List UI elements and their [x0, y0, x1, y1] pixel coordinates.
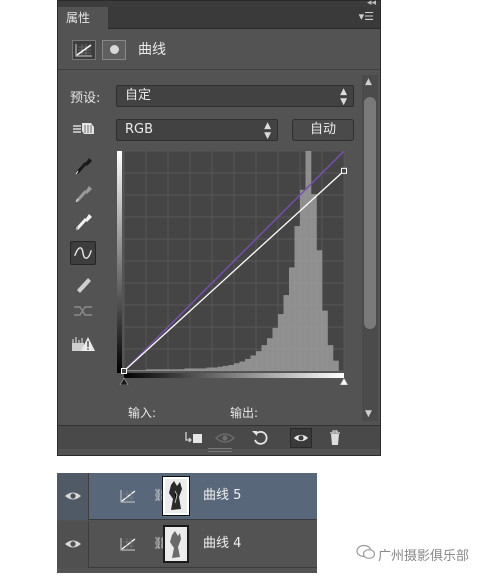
delete-adjustment-icon[interactable]: [324, 428, 346, 448]
histogram-bar: [217, 366, 224, 371]
histogram-bar: [278, 314, 284, 371]
panel-scrollbar[interactable]: ▲ ▼: [362, 75, 378, 421]
white-input-slider[interactable]: [339, 377, 349, 385]
smooth-curve-icon[interactable]: [70, 299, 96, 323]
reset-adjustment-icon[interactable]: [250, 428, 272, 448]
pencil-draw-icon[interactable]: [70, 271, 96, 295]
channel-select[interactable]: RGB ▲ ▼: [116, 119, 278, 141]
scroll-thumb[interactable]: [364, 97, 376, 329]
histogram-bar: [228, 364, 235, 371]
histogram-bar: [311, 194, 317, 371]
channel-value: RGB: [125, 122, 154, 137]
histogram-bar: [212, 367, 218, 371]
histogram-bar: [179, 369, 185, 371]
curves-layer-icon: [120, 490, 136, 503]
layer-mask-thumbnail[interactable]: [162, 476, 190, 516]
eye-icon: [65, 492, 81, 500]
histogram-bar: [245, 358, 251, 371]
histogram-bar: [333, 360, 339, 371]
histogram-bar: [261, 345, 268, 371]
histogram-bar: [289, 267, 295, 371]
curve-control-point[interactable]: [121, 368, 127, 374]
input-label: 输入:: [128, 406, 157, 420]
adjustment-title: 曲线: [138, 42, 166, 58]
histogram-bar: [250, 355, 257, 371]
watermark: 广州摄影俱乐部: [356, 543, 469, 564]
histogram-bar: [184, 368, 191, 371]
set-black-point-eyedropper-icon[interactable]: [70, 153, 96, 177]
histogram-bar: [223, 365, 229, 371]
histogram-bar: [327, 345, 334, 371]
layer-mask-thumbnail[interactable]: [163, 525, 189, 563]
curve-control-point[interactable]: [341, 167, 347, 174]
set-gray-point-eyedropper-icon[interactable]: [70, 181, 96, 205]
panel-titlebar: 属性 ▾☰: [58, 7, 380, 29]
on-image-adjust-hand-icon[interactable]: [71, 119, 97, 139]
histogram-bar: [234, 363, 240, 371]
histogram-bar: [151, 369, 158, 371]
histogram-bar: [157, 369, 163, 371]
select-arrows-icon: ▲ ▼: [340, 87, 347, 107]
histogram-bar: [283, 295, 290, 371]
curves-adjustment-icon[interactable]: [72, 40, 96, 60]
layer-row-curves-4[interactable]: ⛓ 曲线 4: [57, 521, 317, 568]
curves-graph[interactable]: [117, 151, 349, 385]
view-previous-state-icon[interactable]: [214, 428, 236, 448]
edit-points-curve-icon[interactable]: [70, 241, 96, 265]
input-gradient-bar: [124, 373, 344, 378]
histogram-bar: [272, 327, 279, 371]
preset-label: 预设:: [70, 91, 101, 106]
histogram-bar: [316, 250, 323, 371]
adjustment-header: 曲线: [58, 30, 380, 70]
watermark-text: 广州摄影俱乐部: [378, 549, 470, 564]
output-gradient-bar: [117, 151, 122, 373]
histogram-bar: [201, 368, 207, 371]
visibility-toggle[interactable]: [57, 521, 89, 568]
layer-mask-icon[interactable]: [102, 40, 126, 60]
preset-value: 自定: [125, 88, 152, 103]
set-white-point-eyedropper-icon[interactable]: [70, 209, 96, 233]
wechat-icon: [356, 544, 376, 559]
output-label: 输出:: [230, 406, 259, 420]
scroll-down-icon[interactable]: ▼: [365, 409, 372, 419]
histogram-bar: [294, 226, 301, 371]
black-input-slider[interactable]: [119, 377, 129, 385]
histogram-bar: [129, 370, 136, 371]
select-arrows-icon: ▲ ▼: [264, 121, 271, 141]
panel-footer: [58, 425, 380, 449]
histogram-bar: [173, 369, 180, 371]
histogram-bar: [140, 370, 147, 371]
preset-select[interactable]: 自定 ▲ ▼: [116, 85, 354, 107]
clipping-warning-icon[interactable]: [70, 331, 96, 355]
tab-properties[interactable]: 属性: [58, 7, 108, 29]
histogram-bar: [162, 369, 169, 371]
histogram-bar: [195, 368, 202, 371]
histogram-bar: [190, 368, 196, 371]
properties-panel: ◂◂ 属性 ▾☰ 曲线 预设: 自定 ▲ ▼ RGB ▲ ▼ 自动 输入: 输出…: [57, 0, 381, 456]
histogram-bar: [206, 367, 213, 371]
auto-button[interactable]: 自动: [292, 119, 354, 141]
eye-icon: [65, 540, 81, 548]
layer-row-curves-5[interactable]: ⛓ 曲线 5: [57, 473, 317, 520]
histogram-bar: [267, 338, 273, 371]
layer-name[interactable]: 曲线 5: [203, 487, 241, 505]
layers-panel: ⛓ 曲线 5 ⛓ 曲线 4: [57, 473, 317, 573]
toggle-visibility-icon[interactable]: [290, 428, 312, 448]
histogram-bar: [256, 351, 262, 371]
histogram-bar: [300, 189, 306, 371]
histogram-bar: [239, 361, 246, 371]
histogram-bar: [322, 310, 328, 371]
visibility-toggle[interactable]: [57, 473, 89, 520]
panel-menu-icon[interactable]: ▾☰: [359, 10, 374, 23]
scroll-up-icon[interactable]: ▲: [365, 77, 372, 87]
histogram-bar: [168, 369, 174, 371]
histogram-bar: [146, 369, 152, 371]
panel-resize-grip[interactable]: [208, 448, 232, 452]
curves-layer-icon: [120, 538, 136, 551]
histogram-bar: [135, 370, 141, 371]
layer-name[interactable]: 曲线 4: [203, 535, 241, 553]
clip-to-layer-icon[interactable]: [182, 428, 204, 448]
